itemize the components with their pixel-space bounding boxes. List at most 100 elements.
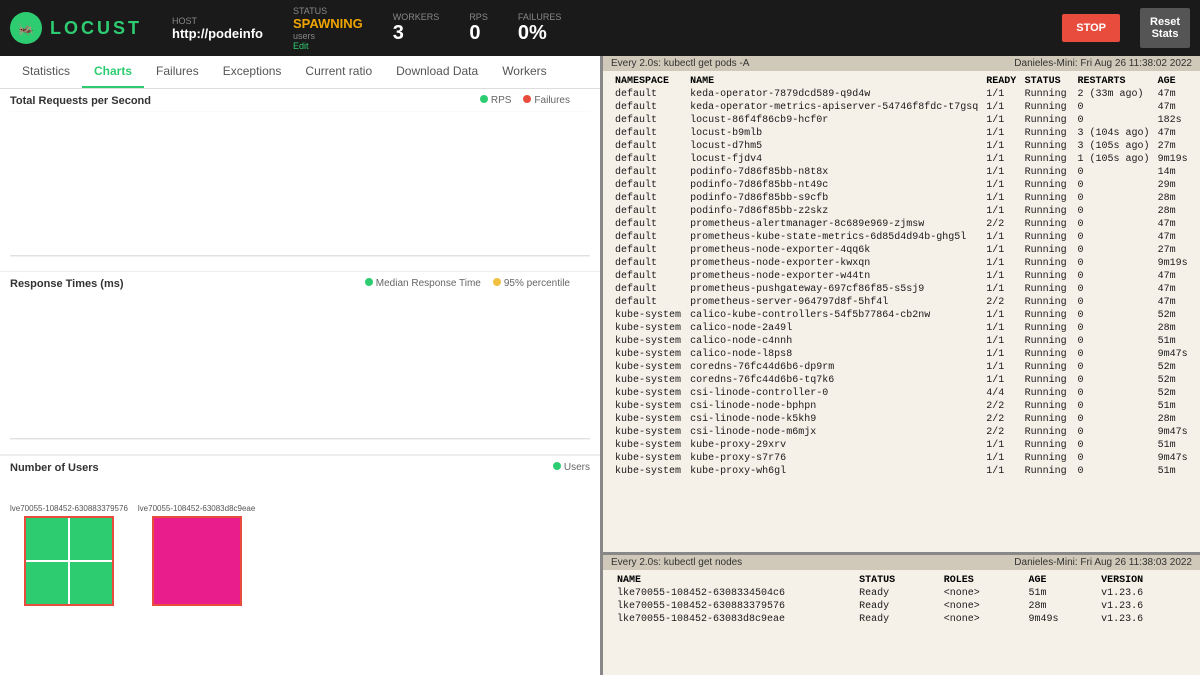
pods-table-row: kube-systemcsi-linode-node-m6mjx2/2Runni… [611, 426, 1192, 439]
status-sub: users [293, 31, 363, 41]
pods-cell-3: Running [1021, 257, 1074, 270]
pods-cell-0: kube-system [611, 400, 686, 413]
nodes-cell-0: lke70055-108452-630883379576 [611, 600, 853, 613]
pods-cell-1: coredns-76fc44d6b6-tq7k6 [686, 374, 982, 387]
tile-cell-2-4 [198, 562, 240, 604]
tile-cell-1-2 [70, 518, 112, 560]
pods-cell-0: default [611, 114, 686, 127]
pods-cell-4: 0 [1074, 374, 1154, 387]
nav-tab-download-data[interactable]: Download Data [384, 56, 490, 88]
pods-cell-1: podinfo-7d86f85bb-s9cfb [686, 192, 982, 205]
pods-cell-1: prometheus-node-exporter-kwxqn [686, 257, 982, 270]
pods-cell-3: Running [1021, 231, 1074, 244]
pods-cell-4: 3 (104s ago) [1074, 127, 1154, 140]
nodes-cell-2: <none> [938, 587, 1023, 600]
pods-cell-5: 14m [1154, 166, 1192, 179]
pods-cell-5: 47m [1154, 270, 1192, 283]
stop-button[interactable]: STOP [1062, 14, 1120, 42]
pods-cell-3: Running [1021, 387, 1074, 400]
pods-cell-0: kube-system [611, 426, 686, 439]
pods-cell-3: Running [1021, 218, 1074, 231]
pods-table-row: defaultkeda-operator-metrics-apiserver-5… [611, 101, 1192, 114]
nodes-cell-2: <none> [938, 600, 1023, 613]
pods-cell-3: Running [1021, 335, 1074, 348]
pods-cell-4: 0 [1074, 361, 1154, 374]
pods-table-row: kube-systemcoredns-76fc44d6b6-dp9rm1/1Ru… [611, 361, 1192, 374]
rps-chart-section: Total Requests per Second RPS Failures [0, 89, 600, 272]
pods-cell-4: 0 [1074, 296, 1154, 309]
worker-tile-2-label: lve70055-108452-63083d8c9eae [138, 504, 255, 513]
response-legend-median: Median Response Time [365, 278, 481, 289]
host-value[interactable]: http://podeinfo [172, 26, 263, 41]
pods-table-row: defaultlocust-d7hm51/1Running3 (105s ago… [611, 140, 1192, 153]
terminal-bottom-content: NAME STATUS ROLES AGE VERSION lke70055-1… [603, 570, 1200, 670]
pods-cell-4: 0 [1074, 244, 1154, 257]
nodes-cell-0: lke70055-108452-6308334504c6 [611, 587, 853, 600]
pods-cell-2: 2/2 [982, 296, 1020, 309]
workers-label: WORKERS [393, 12, 440, 22]
pods-table-row: defaultprometheus-server-964797d8f-5hf4l… [611, 296, 1192, 309]
terminal-bottom-header: Every 2.0s: kubectl get nodes Danieles-M… [603, 555, 1200, 570]
reset-button[interactable]: Reset Stats [1140, 8, 1190, 48]
pods-cell-5: 9m47s [1154, 426, 1192, 439]
status-edit[interactable]: Edit [293, 41, 363, 51]
pods-cell-1: prometheus-alertmanager-8c689e969-zjmsw [686, 218, 982, 231]
pods-cell-4: 0 [1074, 231, 1154, 244]
pods-cell-2: 1/1 [982, 231, 1020, 244]
rps-chart-legend: RPS Failures [480, 95, 570, 106]
nodes-table-body: lke70055-108452-6308334504c6Ready<none>5… [611, 587, 1192, 626]
tile-cell-2-2 [198, 518, 240, 560]
pods-cell-2: 1/1 [982, 465, 1020, 478]
pods-cell-5: 52m [1154, 309, 1192, 322]
pods-cell-5: 47m [1154, 283, 1192, 296]
failures-label: FAILURES [518, 12, 562, 22]
col-node-version: VERSION [1095, 574, 1192, 587]
pods-cell-2: 1/1 [982, 452, 1020, 465]
users-legend-users: Users [553, 462, 590, 473]
pods-cell-5: 9m19s [1154, 257, 1192, 270]
pods-cell-0: kube-system [611, 374, 686, 387]
pods-cell-2: 1/1 [982, 283, 1020, 296]
pods-cell-5: 51m [1154, 400, 1192, 413]
pods-table-row: defaultprometheus-kube-state-metrics-6d8… [611, 231, 1192, 244]
nav-tab-current-ratio[interactable]: Current ratio [293, 56, 384, 88]
nav-tab-workers[interactable]: Workers [490, 56, 558, 88]
workers-value: 3 [393, 22, 440, 45]
pods-cell-0: kube-system [611, 439, 686, 452]
pods-cell-2: 1/1 [982, 348, 1020, 361]
nav-tab-exceptions[interactable]: Exceptions [211, 56, 294, 88]
logo-area: 🦗 LOCUST [10, 12, 142, 44]
pods-table-row: kube-systemcalico-kube-controllers-54f5b… [611, 309, 1192, 322]
terminal-top-header: Every 2.0s: kubectl get pods -A Danieles… [603, 56, 1200, 71]
pods-cell-5: 28m [1154, 413, 1192, 426]
worker-tile-1-grid [24, 516, 114, 606]
pods-cell-3: Running [1021, 322, 1074, 335]
pods-cell-4: 1 (105s ago) [1074, 153, 1154, 166]
nav-tab-charts[interactable]: Charts [82, 56, 144, 88]
nav-tab-failures[interactable]: Failures [144, 56, 211, 88]
logo-icon: 🦗 [10, 12, 42, 44]
pods-cell-3: Running [1021, 88, 1074, 101]
pods-cell-1: calico-node-c4nnh [686, 335, 982, 348]
tile-cell-2-1 [154, 518, 196, 560]
pods-cell-1: keda-operator-7879dcd589-q9d4w [686, 88, 982, 101]
pods-table-row: defaultprometheus-node-exporter-4qq6k1/1… [611, 244, 1192, 257]
pods-cell-5: 29m [1154, 179, 1192, 192]
pods-cell-3: Running [1021, 296, 1074, 309]
pods-cell-2: 2/2 [982, 218, 1020, 231]
pods-cell-2: 1/1 [982, 127, 1020, 140]
pods-cell-3: Running [1021, 192, 1074, 205]
col-node-roles: ROLES [938, 574, 1023, 587]
pods-cell-4: 2 (33m ago) [1074, 88, 1154, 101]
charts-area: Total Requests per Second RPS Failures R… [0, 89, 600, 455]
pods-cell-0: default [611, 140, 686, 153]
nav-tab-statistics[interactable]: Statistics [10, 56, 82, 88]
pods-cell-5: 47m [1154, 296, 1192, 309]
pods-cell-5: 27m [1154, 244, 1192, 257]
pods-cell-5: 51m [1154, 439, 1192, 452]
pods-table-row: defaultkeda-operator-7879dcd589-q9d4w1/1… [611, 88, 1192, 101]
pods-cell-3: Running [1021, 309, 1074, 322]
pods-cell-0: kube-system [611, 322, 686, 335]
pods-cell-5: 28m [1154, 322, 1192, 335]
pods-cell-0: default [611, 296, 686, 309]
